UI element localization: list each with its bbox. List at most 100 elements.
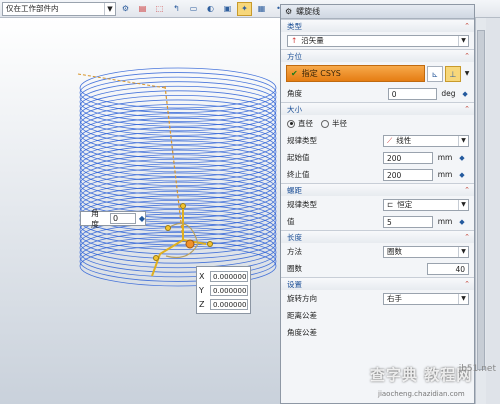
distance-tol-row: 距离公差	[281, 307, 474, 324]
chevron-down-icon[interactable]: ▼	[463, 70, 471, 77]
helix-turn	[79, 113, 277, 155]
turns-input[interactable]: 40	[427, 262, 469, 275]
distance-tol-label: 距离公差	[287, 311, 317, 320]
length-method-value: 圈数	[387, 247, 402, 256]
watermark-url: jiaocheng.chazidian.com	[378, 390, 465, 398]
csys-icon[interactable]: ⊥	[445, 65, 461, 82]
z-row: Z 0.000000	[199, 297, 248, 311]
specify-csys-button[interactable]: ✔ 指定 CSYS	[286, 65, 425, 82]
pitch-law-label: 规律类型	[287, 200, 317, 209]
chevron-down-icon: ▼	[104, 2, 115, 15]
view-icon[interactable]: ▣	[220, 2, 235, 16]
csys-selector: ✔ 指定 CSYS ⊾ ⊥ ▼	[286, 65, 471, 82]
shade-icon[interactable]: ◐	[203, 2, 218, 16]
z-input[interactable]: 0.000000	[210, 298, 248, 310]
radius-radio[interactable]	[321, 119, 329, 128]
graphics-viewport[interactable]: 角度 0 ◆ X 0.000000 Y 0.000000 Z 0.000000	[0, 18, 280, 404]
size-law-dropdown[interactable]: ⟋ 线性 ▼	[383, 134, 469, 147]
select-icon[interactable]: ⬚	[152, 2, 167, 16]
scroll-thumb[interactable]	[477, 30, 485, 370]
filter-icon[interactable]: ▤	[135, 2, 150, 16]
box-select-icon[interactable]: ▭	[186, 2, 201, 16]
section-settings-header[interactable]: 设置 ⌃	[281, 277, 474, 290]
coordinate-readout: X 0.000000 Y 0.000000 Z 0.000000	[196, 266, 251, 314]
helix-turn	[79, 76, 277, 118]
diameter-radio[interactable]	[287, 119, 295, 128]
diameter-label: 直径	[298, 119, 313, 128]
z-label: Z	[199, 299, 205, 309]
panel-scrollbar[interactable]	[475, 18, 486, 404]
orientation-angle-row: 角度 0 deg ◆	[281, 85, 474, 102]
angle-popup-input[interactable]: 0	[109, 213, 136, 224]
helix-turn	[79, 94, 277, 136]
orientation-angle-label: 角度	[287, 89, 302, 98]
section-pitch-title: 螺距	[287, 185, 302, 195]
pitch-value-label: 值	[287, 217, 295, 226]
section-size-header[interactable]: 大小 ⌃	[281, 102, 474, 115]
linear-law-icon: ⟋	[387, 135, 393, 145]
type-dropdown[interactable]: ↑ 沿矢量 ▼	[287, 34, 469, 47]
orientation-angle-input[interactable]: 0	[387, 87, 437, 100]
start-value-input[interactable]: 200	[383, 151, 433, 164]
section-pitch-header[interactable]: 螺距 ⌃	[281, 183, 474, 196]
x-label: X	[199, 271, 205, 281]
angle-popup-label: 角度	[91, 208, 99, 229]
pitch-law-row: 规律类型 ⊏ 恒定 ▼	[281, 196, 474, 213]
direction-label: 旋转方向	[287, 294, 317, 303]
direction-dropdown[interactable]: 右手 ▼	[383, 292, 469, 305]
selection-filter-dropdown[interactable]: 仅在工作部件内 ▼	[2, 1, 116, 16]
helix-turn	[79, 168, 277, 209]
length-method-dropdown[interactable]: 圈数 ▼	[383, 245, 469, 258]
helix-turn	[79, 131, 277, 173]
helix-turn	[79, 149, 277, 191]
snap-icon[interactable]: ⚙	[118, 2, 133, 16]
y-input[interactable]: 0.000000	[210, 284, 248, 296]
dialog-title-bar: ⚙ 螺旋线	[281, 5, 474, 19]
spinner-icon[interactable]: ◆	[457, 152, 467, 164]
pitch-value-input[interactable]: 5	[383, 215, 433, 228]
spinner-icon[interactable]: ◆	[457, 216, 467, 228]
chevron-down-icon: ▼	[458, 35, 468, 46]
turns-row: 圈数 40	[281, 260, 474, 277]
type-value: 沿矢量	[301, 36, 324, 45]
helix-turn	[79, 99, 277, 141]
vector-icon: ↑	[291, 36, 298, 45]
angle-tol-label: 角度公差	[287, 328, 317, 337]
x-input[interactable]: 0.000000	[210, 270, 248, 282]
end-value-input[interactable]: 200	[383, 168, 433, 181]
collapse-icon: ⌃	[464, 105, 470, 113]
start-value-row: 起始值 200 mm ◆	[281, 149, 474, 166]
pitch-law-dropdown[interactable]: ⊏ 恒定 ▼	[383, 198, 469, 211]
type-row: ↑ 沿矢量 ▼	[281, 32, 474, 49]
helix-turn	[79, 108, 277, 150]
section-length-header[interactable]: 长度 ⌃	[281, 230, 474, 243]
section-orientation-header[interactable]: 方位 ⌃	[281, 49, 474, 62]
helix-turn	[79, 154, 277, 196]
start-value-unit: mm	[437, 153, 453, 162]
origin-point	[185, 239, 195, 249]
section-size-title: 大小	[287, 104, 302, 114]
section-length-title: 长度	[287, 232, 302, 242]
grid-icon[interactable]: ▦	[254, 2, 269, 16]
spinner-icon[interactable]: ◆	[139, 214, 145, 223]
direction-value: 右手	[387, 294, 402, 303]
section-type-header[interactable]: 类型 ⌃	[281, 19, 474, 32]
collapse-icon: ⌃	[464, 186, 470, 194]
pitch-value-row: 值 5 mm ◆	[281, 213, 474, 230]
csys-dialog-icon[interactable]: ⊾	[427, 65, 443, 82]
helix-turn	[79, 81, 277, 123]
arrow-icon[interactable]: ↰	[169, 2, 184, 16]
gear-icon: ⚙	[285, 7, 293, 16]
spinner-icon[interactable]: ◆	[460, 88, 470, 100]
size-mode-row: 直径 半径	[281, 115, 474, 132]
collapse-icon: ⌃	[464, 22, 470, 30]
helix-turn	[79, 158, 277, 200]
spinner-icon[interactable]: ◆	[457, 169, 467, 181]
watermark-site: jb51.net	[458, 364, 496, 374]
y-row: Y 0.000000	[199, 283, 248, 297]
turns-label: 圈数	[287, 264, 302, 273]
csys-handle	[159, 239, 184, 255]
snap-point-icon[interactable]: ✦	[237, 1, 252, 16]
angle-input-popup: 角度 0 ◆	[80, 209, 146, 229]
helix-turn	[79, 117, 277, 159]
